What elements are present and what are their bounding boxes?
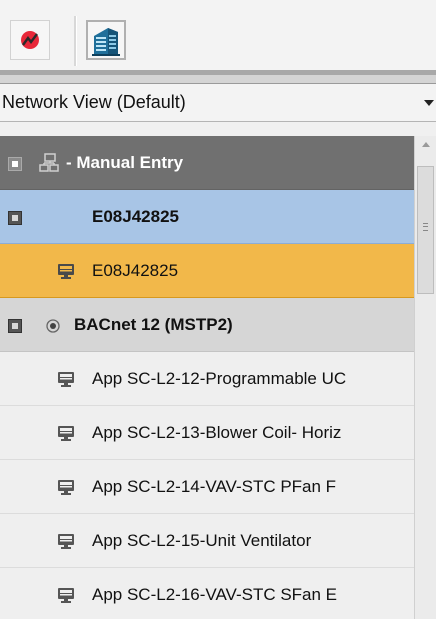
- toolbar-divider: [0, 75, 436, 83]
- tree-node-label: E08J42825: [92, 207, 179, 226]
- bacnet-network-icon: [46, 319, 60, 333]
- building-icon: [92, 28, 120, 56]
- alarm-status-button[interactable]: [10, 20, 50, 60]
- controller-icon: [58, 264, 74, 279]
- building-view-button[interactable]: [86, 20, 126, 60]
- toolbar-separator: [74, 16, 77, 66]
- tree-scrollbar[interactable]: [414, 136, 436, 619]
- status-red-icon: [21, 31, 39, 49]
- tree-node-device-selected[interactable]: E08J42825: [0, 244, 414, 298]
- controller-icon: [58, 588, 74, 603]
- toolbar: [0, 0, 436, 70]
- tree-node-label: - Manual Entry: [66, 153, 184, 172]
- controller-icon: [58, 372, 74, 387]
- network-tree: - Manual Entry E08J42825 E08J42825 BACne…: [0, 136, 414, 619]
- scroll-up-arrow-icon[interactable]: [422, 142, 430, 147]
- expand-toggle[interactable]: [8, 157, 22, 171]
- controller-icon: [58, 534, 74, 549]
- tree-node-app[interactable]: App SC-L2-12-Programmable UC: [0, 352, 414, 406]
- tree-node-manual-entry[interactable]: - Manual Entry: [0, 136, 414, 190]
- tree-node-bacnet-network[interactable]: BACnet 12 (MSTP2): [0, 298, 414, 352]
- tree-node-label: App SC-L2-12-Programmable UC: [92, 369, 347, 388]
- view-dropdown[interactable]: Network View (Default): [0, 84, 436, 122]
- tree-node-label: E08J42825: [92, 261, 179, 280]
- tree-node-app[interactable]: App SC-L2-14-VAV-STC PFan F: [0, 460, 414, 514]
- tree-node-label: App SC-L2-14-VAV-STC PFan F: [92, 477, 337, 496]
- network-icon: [39, 153, 59, 172]
- tree-node-label: App SC-L2-15-Unit Ventilator: [92, 531, 312, 550]
- chevron-down-icon[interactable]: [424, 100, 434, 106]
- grip-icon: [423, 223, 428, 231]
- tree-node-app[interactable]: App SC-L2-13-Blower Coil- Horiz: [0, 406, 414, 460]
- tree-node-app[interactable]: App SC-L2-15-Unit Ventilator: [0, 514, 414, 568]
- view-dropdown-value: Network View (Default): [2, 92, 186, 112]
- tree-node-label: App SC-L2-16-VAV-STC SFan E: [92, 585, 338, 604]
- controller-icon: [58, 426, 74, 441]
- tree-node-label: App SC-L2-13-Blower Coil- Horiz: [92, 423, 342, 442]
- tree-node-device-group[interactable]: E08J42825: [0, 190, 414, 244]
- expand-toggle[interactable]: [8, 211, 22, 225]
- tree-node-app[interactable]: App SC-L2-16-VAV-STC SFan E: [0, 568, 414, 619]
- expand-toggle[interactable]: [8, 319, 22, 333]
- controller-icon: [58, 480, 74, 495]
- scroll-thumb[interactable]: [417, 166, 434, 294]
- tree-node-label: BACnet 12 (MSTP2): [74, 315, 233, 334]
